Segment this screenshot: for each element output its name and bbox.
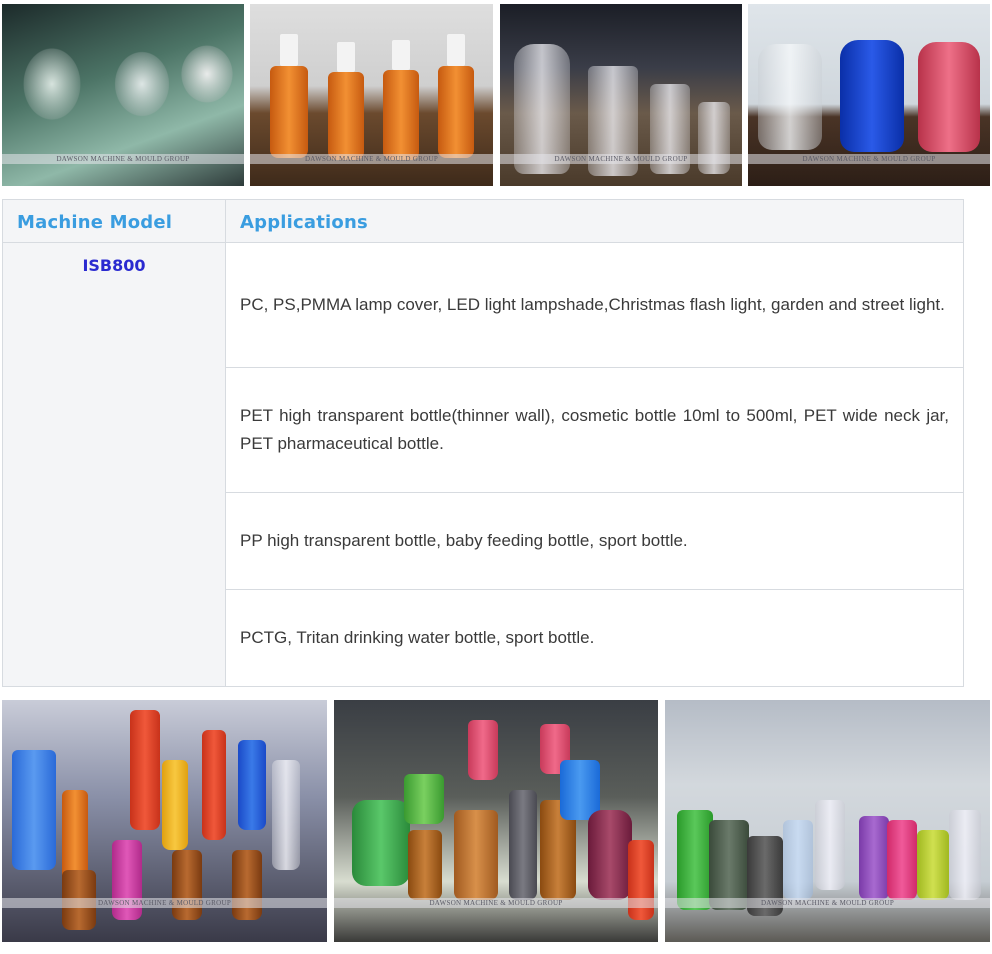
header-applications: Applications (226, 200, 963, 243)
assorted-bottles-photo-1: DAWSON MACHINE & MOULD GROUP (2, 700, 327, 942)
application-row: PP high transparent bottle, baby feeding… (226, 493, 963, 590)
header-applications-label: Applications (240, 212, 368, 233)
header-machine-model: Machine Model (3, 200, 226, 243)
application-row: PC, PS,PMMA lamp cover, LED light lampsh… (226, 243, 963, 368)
orange-spray-bottles-photo: DAWSON MACHINE & MOULD GROUP (250, 4, 493, 186)
pitchers-photo: DAWSON MACHINE & MOULD GROUP (748, 4, 990, 186)
application-text: PP high transparent bottle, baby feeding… (240, 531, 688, 550)
applications-table: Machine Model Applications ISB800 PC, PS… (2, 199, 964, 687)
model-cell: ISB800 (3, 243, 226, 686)
clear-bottles-photo: DAWSON MACHINE & MOULD GROUP (500, 4, 742, 186)
watermark: DAWSON MACHINE & MOULD GROUP (665, 898, 990, 908)
header-machine-model-label: Machine Model (17, 212, 173, 233)
watermark: DAWSON MACHINE & MOULD GROUP (250, 154, 493, 164)
application-text: PC, PS,PMMA lamp cover, LED light lampsh… (240, 295, 945, 314)
application-row: PCTG, Tritan drinking water bottle, spor… (226, 590, 963, 686)
watermark: DAWSON MACHINE & MOULD GROUP (2, 898, 327, 908)
lamp-covers-photo: DAWSON MACHINE & MOULD GROUP (2, 4, 244, 186)
application-row: PET high transparent bottle(thinner wall… (226, 368, 963, 493)
model-name: ISB800 (82, 256, 146, 275)
assorted-bottles-photo-3: DAWSON MACHINE & MOULD GROUP (665, 700, 990, 942)
watermark: DAWSON MACHINE & MOULD GROUP (2, 154, 244, 164)
watermark: DAWSON MACHINE & MOULD GROUP (748, 154, 990, 164)
watermark: DAWSON MACHINE & MOULD GROUP (500, 154, 742, 164)
watermark: DAWSON MACHINE & MOULD GROUP (334, 898, 658, 908)
application-text: PET high transparent bottle(thinner wall… (240, 406, 949, 453)
assorted-bottles-photo-2: DAWSON MACHINE & MOULD GROUP (334, 700, 658, 942)
application-text: PCTG, Tritan drinking water bottle, spor… (240, 628, 595, 647)
